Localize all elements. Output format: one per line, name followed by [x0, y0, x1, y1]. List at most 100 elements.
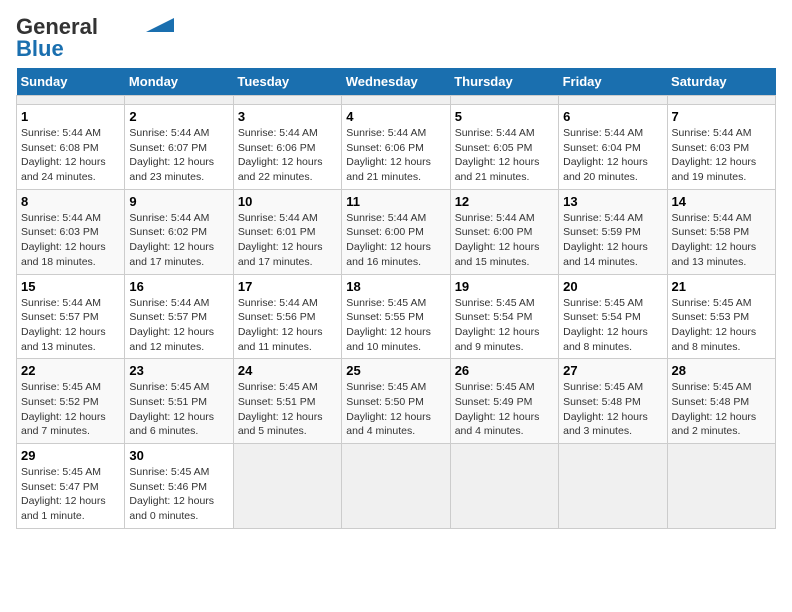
- calendar-cell: [233, 444, 341, 529]
- calendar-week-row: 8Sunrise: 5:44 AM Sunset: 6:03 PM Daylig…: [17, 189, 776, 274]
- day-of-week-header: Sunday: [17, 68, 125, 96]
- day-info: Sunrise: 5:44 AM Sunset: 6:00 PM Dayligh…: [346, 212, 431, 268]
- calendar-cell: 24 Sunrise: 5:45 AM Sunset: 5:51 PM Dayli…: [233, 359, 341, 444]
- day-number: 27: [563, 363, 662, 378]
- calendar-cell: 29Sunrise: 5:45 AM Sunset: 5:47 PM Dayli…: [17, 444, 125, 529]
- day-number: 6: [563, 109, 662, 124]
- day-of-week-header: Friday: [559, 68, 667, 96]
- logo-blue: Blue: [16, 38, 64, 60]
- page-header: General Blue: [16, 16, 776, 60]
- day-number: 28: [672, 363, 771, 378]
- day-number: 17: [238, 279, 337, 294]
- day-number: 14: [672, 194, 771, 209]
- calendar-cell: 14Sunrise: 5:44 AM Sunset: 5:58 PM Dayli…: [667, 189, 775, 274]
- calendar-week-row: 29Sunrise: 5:45 AM Sunset: 5:47 PM Dayli…: [17, 444, 776, 529]
- calendar-cell: [450, 444, 558, 529]
- day-number: 18: [346, 279, 445, 294]
- day-number: 25: [346, 363, 445, 378]
- calendar-cell: 2Sunrise: 5:44 AM Sunset: 6:07 PM Daylig…: [125, 105, 233, 190]
- day-info: Sunrise: 5:44 AM Sunset: 5:57 PM Dayligh…: [129, 297, 214, 353]
- day-of-week-header: Saturday: [667, 68, 775, 96]
- calendar-week-row: 1 Sunrise: 5:44 AM Sunset: 6:08 PM Daylig…: [17, 105, 776, 190]
- calendar-cell: 19 Sunrise: 5:45 AM Sunset: 5:54 PM Dayli…: [450, 274, 558, 359]
- calendar-cell: [125, 96, 233, 105]
- day-info: Sunrise: 5:45 AM Sunset: 5:48 PM Dayligh…: [563, 381, 648, 437]
- day-info: Sunrise: 5:45 AM Sunset: 5:55 PM Dayligh…: [346, 297, 431, 353]
- calendar-cell: 23 Sunrise: 5:45 AM Sunset: 5:51 PM Dayli…: [125, 359, 233, 444]
- day-number: 16: [129, 279, 228, 294]
- calendar-cell: 10Sunrise: 5:44 AM Sunset: 6:01 PM Dayli…: [233, 189, 341, 274]
- calendar-cell: 17 Sunrise: 5:44 AM Sunset: 5:56 PM Dayli…: [233, 274, 341, 359]
- calendar-cell: 12Sunrise: 5:44 AM Sunset: 6:00 PM Dayli…: [450, 189, 558, 274]
- day-number: 3: [238, 109, 337, 124]
- calendar-week-row: 22Sunrise: 5:45 AM Sunset: 5:52 PM Dayli…: [17, 359, 776, 444]
- day-info: Sunrise: 5:44 AM Sunset: 5:59 PM Dayligh…: [563, 212, 648, 268]
- day-info: Sunrise: 5:44 AM Sunset: 6:02 PM Dayligh…: [129, 212, 214, 268]
- day-number: 26: [455, 363, 554, 378]
- day-info: Sunrise: 5:45 AM Sunset: 5:53 PM Dayligh…: [672, 297, 757, 353]
- day-info: Sunrise: 5:45 AM Sunset: 5:51 PM Dayligh…: [129, 381, 214, 437]
- calendar-cell: 18 Sunrise: 5:45 AM Sunset: 5:55 PM Dayli…: [342, 274, 450, 359]
- day-number: 23: [129, 363, 228, 378]
- calendar-cell: 27 Sunrise: 5:45 AM Sunset: 5:48 PM Dayli…: [559, 359, 667, 444]
- calendar-cell: 4Sunrise: 5:44 AM Sunset: 6:06 PM Daylig…: [342, 105, 450, 190]
- day-info: Sunrise: 5:45 AM Sunset: 5:49 PM Dayligh…: [455, 381, 540, 437]
- calendar-cell: [667, 96, 775, 105]
- day-number: 20: [563, 279, 662, 294]
- logo: General Blue: [16, 16, 174, 60]
- day-info: Sunrise: 5:44 AM Sunset: 6:05 PM Dayligh…: [455, 127, 540, 183]
- calendar-cell: 8Sunrise: 5:44 AM Sunset: 6:03 PM Daylig…: [17, 189, 125, 274]
- calendar-cell: [342, 444, 450, 529]
- calendar-cell: [559, 96, 667, 105]
- day-info: Sunrise: 5:45 AM Sunset: 5:48 PM Dayligh…: [672, 381, 757, 437]
- calendar-cell: 6Sunrise: 5:44 AM Sunset: 6:04 PM Daylig…: [559, 105, 667, 190]
- day-of-week-header: Wednesday: [342, 68, 450, 96]
- calendar-cell: 22Sunrise: 5:45 AM Sunset: 5:52 PM Dayli…: [17, 359, 125, 444]
- day-info: Sunrise: 5:45 AM Sunset: 5:52 PM Dayligh…: [21, 381, 106, 437]
- day-number: 24: [238, 363, 337, 378]
- day-info: Sunrise: 5:44 AM Sunset: 6:06 PM Dayligh…: [238, 127, 323, 183]
- calendar-cell: 13Sunrise: 5:44 AM Sunset: 5:59 PM Dayli…: [559, 189, 667, 274]
- day-number: 8: [21, 194, 120, 209]
- calendar-cell: [233, 96, 341, 105]
- day-info: Sunrise: 5:45 AM Sunset: 5:46 PM Dayligh…: [129, 466, 214, 522]
- calendar-cell: 15Sunrise: 5:44 AM Sunset: 5:57 PM Dayli…: [17, 274, 125, 359]
- calendar-cell: 30 Sunrise: 5:45 AM Sunset: 5:46 PM Dayli…: [125, 444, 233, 529]
- day-number: 30: [129, 448, 228, 463]
- day-number: 5: [455, 109, 554, 124]
- day-number: 11: [346, 194, 445, 209]
- day-info: Sunrise: 5:44 AM Sunset: 6:06 PM Dayligh…: [346, 127, 431, 183]
- day-info: Sunrise: 5:44 AM Sunset: 6:08 PM Dayligh…: [21, 127, 106, 183]
- day-number: 7: [672, 109, 771, 124]
- day-info: Sunrise: 5:45 AM Sunset: 5:54 PM Dayligh…: [563, 297, 648, 353]
- logo-text: General: [16, 16, 98, 38]
- calendar-cell: [17, 96, 125, 105]
- calendar-cell: 25 Sunrise: 5:45 AM Sunset: 5:50 PM Dayli…: [342, 359, 450, 444]
- day-of-week-header: Monday: [125, 68, 233, 96]
- logo-icon: [146, 18, 174, 32]
- calendar-cell: 1 Sunrise: 5:44 AM Sunset: 6:08 PM Daylig…: [17, 105, 125, 190]
- calendar-week-row: [17, 96, 776, 105]
- day-number: 19: [455, 279, 554, 294]
- calendar-cell: [342, 96, 450, 105]
- day-info: Sunrise: 5:45 AM Sunset: 5:54 PM Dayligh…: [455, 297, 540, 353]
- day-of-week-header: Thursday: [450, 68, 558, 96]
- calendar-week-row: 15 Sunrise: 5:44 AM Sunset: 5:57 PM Dayli…: [17, 274, 776, 359]
- calendar-cell: [559, 444, 667, 529]
- calendar-cell: 9Sunrise: 5:44 AM Sunset: 6:02 PM Daylig…: [125, 189, 233, 274]
- calendar-cell: 7Sunrise: 5:44 AM Sunset: 6:03 PM Daylig…: [667, 105, 775, 190]
- day-info: Sunrise: 5:44 AM Sunset: 5:56 PM Dayligh…: [238, 297, 323, 353]
- day-of-week-header: Tuesday: [233, 68, 341, 96]
- day-number: 1: [21, 109, 120, 124]
- day-number: 12: [455, 194, 554, 209]
- calendar-cell: [667, 444, 775, 529]
- day-number: 21: [672, 279, 771, 294]
- calendar-cell: 28 Sunrise: 5:45 AM Sunset: 5:48 PM Dayli…: [667, 359, 775, 444]
- day-info: Sunrise: 5:44 AM Sunset: 6:07 PM Dayligh…: [129, 127, 214, 183]
- day-info: Sunrise: 5:45 AM Sunset: 5:50 PM Dayligh…: [346, 381, 431, 437]
- day-number: 15: [21, 279, 120, 294]
- day-number: 29: [21, 448, 120, 463]
- calendar-table: SundayMondayTuesdayWednesdayThursdayFrid…: [16, 68, 776, 529]
- day-info: Sunrise: 5:45 AM Sunset: 5:51 PM Dayligh…: [238, 381, 323, 437]
- day-number: 10: [238, 194, 337, 209]
